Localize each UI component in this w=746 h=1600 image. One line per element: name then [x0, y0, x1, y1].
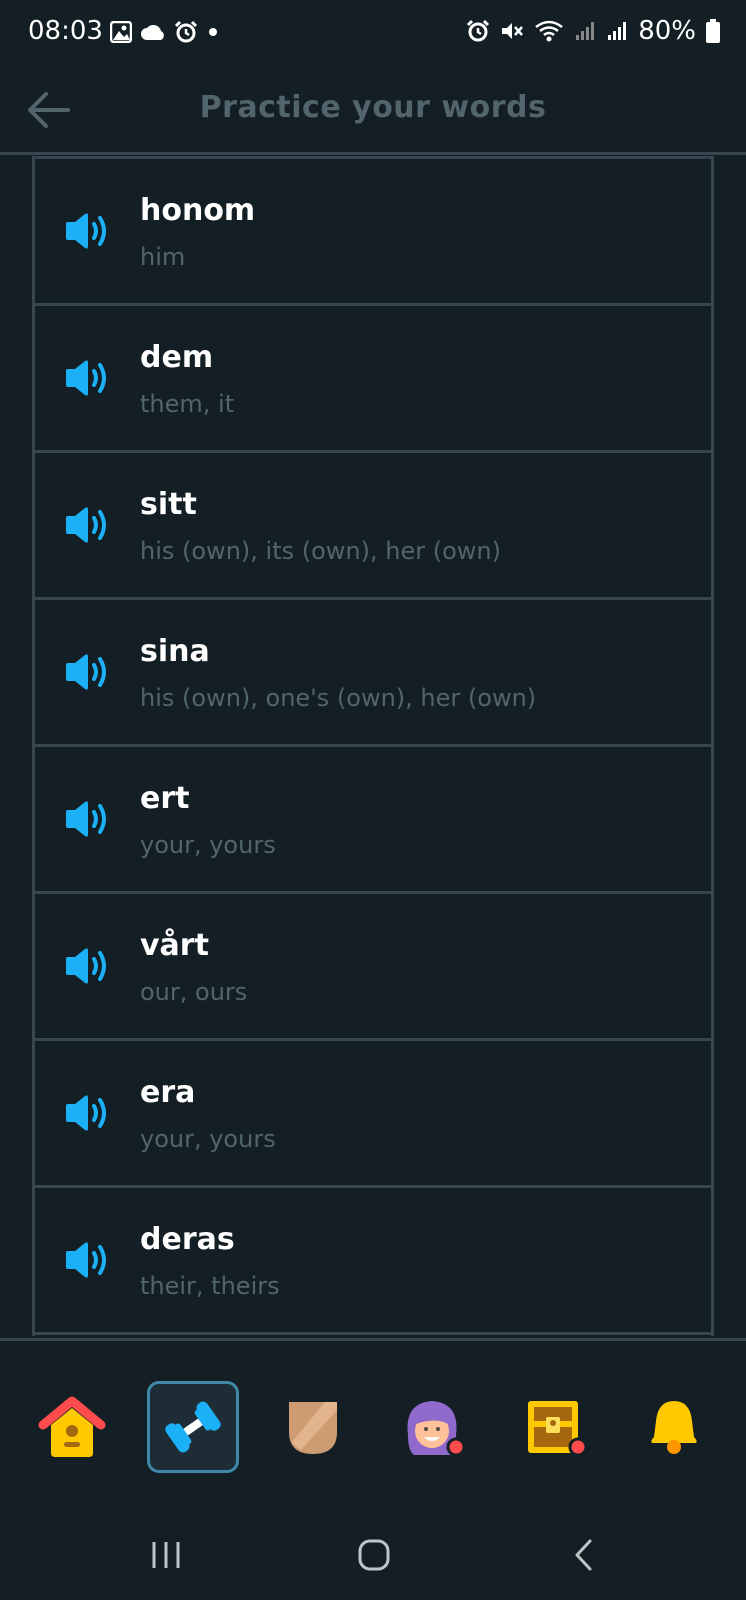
- tab-shop[interactable]: [508, 1381, 600, 1473]
- translation-text: your, yours: [140, 1125, 276, 1153]
- word-text: honom: [140, 193, 256, 228]
- chest-icon: [528, 1401, 588, 1457]
- word-text: vårt: [140, 928, 209, 963]
- translation-text: their, theirs: [140, 1272, 280, 1300]
- word-list[interactable]: honom him dem them, it sitt his (own), i…: [32, 156, 714, 1336]
- speaker-icon[interactable]: [63, 652, 111, 692]
- system-nav-bar: [0, 1500, 746, 1600]
- header: Practice your words: [0, 68, 746, 155]
- translation-text: your, yours: [140, 831, 276, 859]
- word-text: sina: [140, 634, 210, 669]
- word-row[interactable]: dem them, it: [35, 306, 711, 453]
- battery-icon: [706, 19, 720, 43]
- speaker-icon[interactable]: [63, 946, 111, 986]
- dot-icon: [209, 28, 217, 36]
- cloud-icon: [141, 24, 164, 40]
- word-text: ert: [140, 781, 190, 816]
- battery-percentage: 80%: [638, 16, 696, 46]
- home-nav-button[interactable]: [344, 1530, 404, 1580]
- speaker-icon[interactable]: [63, 358, 111, 398]
- speaker-icon[interactable]: [63, 505, 111, 545]
- word-row[interactable]: honom him: [35, 156, 711, 306]
- word-text: dem: [140, 340, 214, 375]
- translation-text: our, ours: [140, 978, 248, 1006]
- dumbbell-icon: [165, 1401, 221, 1453]
- tab-bar: [0, 1341, 746, 1473]
- status-left-icons: [110, 20, 220, 44]
- bell-icon: [651, 1401, 697, 1454]
- translation-text: him: [140, 243, 186, 271]
- tab-profile[interactable]: [388, 1381, 480, 1473]
- word-text: deras: [140, 1222, 235, 1257]
- word-text: sitt: [140, 487, 197, 522]
- shield-icon: [289, 1402, 337, 1454]
- wifi-icon: [535, 20, 563, 42]
- back-nav-button[interactable]: [554, 1530, 614, 1580]
- word-text: era: [140, 1075, 196, 1110]
- alarm-icon: [467, 19, 490, 42]
- home-circle-icon: [358, 1539, 390, 1571]
- signal-icon: [608, 22, 627, 40]
- home-icon: [38, 1396, 106, 1457]
- word-row[interactable]: deras their, theirs: [35, 1188, 711, 1335]
- avatar-icon: [407, 1401, 466, 1457]
- alarm-icon: [174, 20, 198, 43]
- gallery-icon: [110, 21, 132, 43]
- speaker-icon[interactable]: [63, 1093, 111, 1133]
- page-title: Practice your words: [199, 90, 547, 125]
- speaker-icon[interactable]: [63, 1240, 111, 1280]
- tab-practice[interactable]: [147, 1381, 239, 1473]
- mute-icon: [502, 23, 524, 39]
- word-row[interactable]: era your, yours: [35, 1041, 711, 1188]
- translation-text: his (own), its (own), her (own): [140, 537, 501, 565]
- word-row[interactable]: vårt our, ours: [35, 894, 711, 1041]
- translation-text: them, it: [140, 390, 235, 418]
- tab-notifications[interactable]: [628, 1381, 720, 1473]
- speaker-icon[interactable]: [63, 211, 111, 251]
- word-row[interactable]: sina his (own), one's (own), her (own): [35, 600, 711, 747]
- recent-apps-icon: [152, 1542, 180, 1568]
- status-bar: 08:03 80%: [0, 0, 746, 68]
- speaker-icon[interactable]: [63, 799, 111, 839]
- word-row[interactable]: sitt his (own), its (own), her (own): [35, 453, 711, 600]
- recent-apps-button[interactable]: [136, 1530, 196, 1580]
- tab-home[interactable]: [26, 1381, 118, 1473]
- translation-text: his (own), one's (own), her (own): [140, 684, 537, 712]
- status-right-icons: 80%: [466, 16, 720, 46]
- word-row[interactable]: ert your, yours: [35, 747, 711, 894]
- signal-icon: [576, 22, 595, 40]
- back-chevron-icon: [575, 1539, 592, 1571]
- status-time: 08:03: [28, 16, 103, 46]
- tab-leagues[interactable]: [267, 1381, 359, 1473]
